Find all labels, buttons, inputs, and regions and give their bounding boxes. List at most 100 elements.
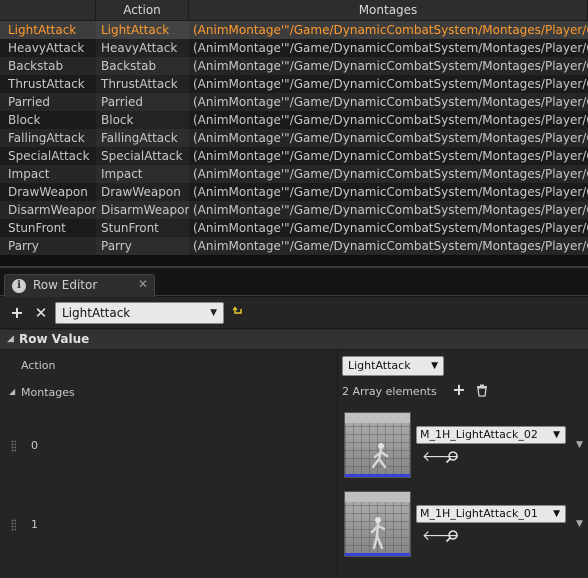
chevron-down-icon: ▼	[431, 361, 438, 371]
close-icon[interactable]: ✕	[138, 277, 148, 291]
panel-tab-bar: i Row Editor ✕	[0, 270, 588, 297]
action-cell: Parry	[96, 237, 189, 255]
montages-property-label: Montages	[21, 386, 75, 399]
asset-picker-dropdown[interactable]: M_1H_LightAttack_02 ▼	[416, 426, 566, 444]
action-cell: Parried	[96, 93, 189, 111]
trash-icon[interactable]	[476, 384, 488, 397]
character-figure-icon	[371, 443, 389, 469]
reset-arrow-icon[interactable]	[232, 306, 244, 318]
row-name-cell: ThrustAttack	[8, 77, 85, 91]
browse-search-icon[interactable]	[445, 450, 459, 464]
row-name-cell: Backstab	[8, 59, 64, 73]
table-row[interactable]: Block Block (AnimMontage'"/Game/DynamicC…	[0, 111, 588, 129]
tab-row-editor[interactable]: i Row Editor ✕	[4, 274, 155, 297]
montages-cell: (AnimMontage'"/Game/DynamicCombatSystem/…	[193, 95, 588, 109]
row-editor-toolbar: + ✕ LightAttack ▼	[0, 297, 588, 329]
row-name-cell: SpecialAttack	[8, 149, 90, 163]
tab-label: Row Editor	[33, 278, 98, 292]
array-count-label: 2 Array elements	[342, 385, 437, 398]
row-name-dropdown[interactable]: LightAttack ▼	[55, 302, 224, 324]
row-name-cell: Block	[8, 113, 41, 127]
element-index: 0	[31, 439, 38, 452]
action-property-label: Action	[21, 359, 56, 372]
column-splitter[interactable]	[337, 350, 338, 578]
add-element-button[interactable]: +	[452, 382, 466, 398]
asset-name: M_1H_LightAttack_02	[420, 428, 538, 441]
row-name-cell: StunFront	[8, 221, 66, 235]
row-name-cell: FallingAttack	[8, 131, 85, 145]
data-table: Action Montages LightAttack LightAttack …	[0, 0, 588, 268]
table-row[interactable]: FallingAttack FallingAttack (AnimMontage…	[0, 129, 588, 147]
montages-cell: (AnimMontage'"/Game/DynamicCombatSystem/…	[193, 41, 588, 55]
use-selected-arrow-icon[interactable]: 🡐	[422, 450, 460, 464]
montages-cell: (AnimMontage'"/Game/DynamicCombatSystem/…	[193, 203, 588, 217]
column-header-row-name[interactable]	[0, 0, 96, 21]
column-header-montages[interactable]: Montages	[189, 0, 588, 21]
row-value-section-header[interactable]: ◢ Row Value	[0, 330, 588, 350]
browse-search-icon[interactable]	[445, 529, 459, 543]
add-row-button[interactable]: +	[9, 303, 25, 323]
drag-handle-icon[interactable]	[11, 519, 16, 531]
action-cell: FallingAttack	[96, 129, 189, 147]
table-row[interactable]: Parry Parry (AnimMontage'"/Game/DynamicC…	[0, 237, 588, 255]
table-row[interactable]: Backstab Backstab (AnimMontage'"/Game/Dy…	[0, 57, 588, 75]
row-name-cell: DrawWeapon	[8, 185, 88, 199]
element-index: 1	[31, 518, 38, 531]
chevron-down-icon[interactable]: ▼	[576, 440, 583, 450]
action-cell: Backstab	[96, 57, 189, 75]
asset-picker-dropdown[interactable]: M_1H_LightAttack_01 ▼	[416, 505, 566, 523]
column-header-action[interactable]: Action	[96, 0, 189, 21]
use-selected-arrow-icon[interactable]: 🡐	[422, 529, 460, 543]
asset-thumbnail[interactable]	[344, 491, 411, 557]
table-row[interactable]: SpecialAttack SpecialAttack (AnimMontage…	[0, 147, 588, 165]
table-row[interactable]: Parried Parried (AnimMontage'"/Game/Dyna…	[0, 93, 588, 111]
action-cell: DrawWeapon	[96, 183, 189, 201]
action-cell: Block	[96, 111, 189, 129]
asset-name: M_1H_LightAttack_01	[420, 507, 538, 520]
row-editor-panel: + ✕ LightAttack ▼ ◢ Row Value Action Lig…	[0, 297, 588, 578]
montages-cell: (AnimMontage'"/Game/DynamicCombatSystem/…	[193, 113, 588, 127]
chevron-down-icon: ▼	[553, 509, 560, 519]
table-row[interactable]: DrawWeapon DrawWeapon (AnimMontage'"/Gam…	[0, 183, 588, 201]
drag-handle-icon[interactable]	[11, 440, 16, 452]
action-cell: DisarmWeapon	[96, 201, 189, 219]
section-title: Row Value	[19, 332, 90, 346]
action-cell: SpecialAttack	[96, 147, 189, 165]
montages-cell: (AnimMontage'"/Game/DynamicCombatSystem/…	[193, 149, 588, 163]
montages-cell: (AnimMontage'"/Game/DynamicCombatSystem/…	[193, 59, 588, 73]
montages-cell: (AnimMontage'"/Game/DynamicCombatSystem/…	[193, 23, 588, 37]
table-row[interactable]: DisarmWeapon DisarmWeapon (AnimMontage'"…	[0, 201, 588, 219]
character-figure-icon	[370, 517, 386, 550]
asset-thumbnail[interactable]	[344, 412, 411, 478]
table-row[interactable]: HeavyAttack HeavyAttack (AnimMontage'"/G…	[0, 39, 588, 57]
action-cell: LightAttack	[96, 21, 189, 39]
montages-cell: (AnimMontage'"/Game/DynamicCombatSystem/…	[193, 185, 588, 199]
row-name-cell: DisarmWeapon	[8, 203, 96, 217]
thumbnail-asset-bar	[345, 553, 410, 556]
table-header: Action Montages	[0, 0, 588, 21]
remove-row-button[interactable]: ✕	[33, 303, 49, 323]
montages-cell: (AnimMontage'"/Game/DynamicCombatSystem/…	[193, 167, 588, 181]
action-cell: ThrustAttack	[96, 75, 189, 93]
action-value: LightAttack	[348, 359, 411, 372]
table-row[interactable]: StunFront StunFront (AnimMontage'"/Game/…	[0, 219, 588, 237]
action-cell: HeavyAttack	[96, 39, 189, 57]
chevron-down-icon: ▼	[210, 308, 217, 318]
action-value-dropdown[interactable]: LightAttack ▼	[342, 356, 444, 376]
row-name-cell: HeavyAttack	[8, 41, 85, 55]
row-name-cell: LightAttack	[8, 23, 77, 37]
table-row[interactable]: ThrustAttack ThrustAttack (AnimMontage'"…	[0, 75, 588, 93]
montages-cell: (AnimMontage'"/Game/DynamicCombatSystem/…	[193, 131, 588, 145]
montages-cell: (AnimMontage'"/Game/DynamicCombatSystem/…	[193, 77, 588, 91]
montages-cell: (AnimMontage'"/Game/DynamicCombatSystem/…	[193, 239, 588, 253]
row-name-cell: Parried	[8, 95, 51, 109]
expand-triangle-icon[interactable]: ◢	[9, 387, 15, 396]
row-name-dropdown-value: LightAttack	[62, 306, 131, 320]
action-cell: StunFront	[96, 219, 189, 237]
table-row[interactable]: Impact Impact (AnimMontage'"/Game/Dynami…	[0, 165, 588, 183]
chevron-down-icon[interactable]: ▼	[576, 519, 583, 529]
table-row[interactable]: LightAttack LightAttack (AnimMontage'"/G…	[0, 21, 588, 39]
montages-cell: (AnimMontage'"/Game/DynamicCombatSystem/…	[193, 221, 588, 235]
expand-triangle-icon: ◢	[7, 334, 14, 344]
row-name-cell: Parry	[8, 239, 39, 253]
